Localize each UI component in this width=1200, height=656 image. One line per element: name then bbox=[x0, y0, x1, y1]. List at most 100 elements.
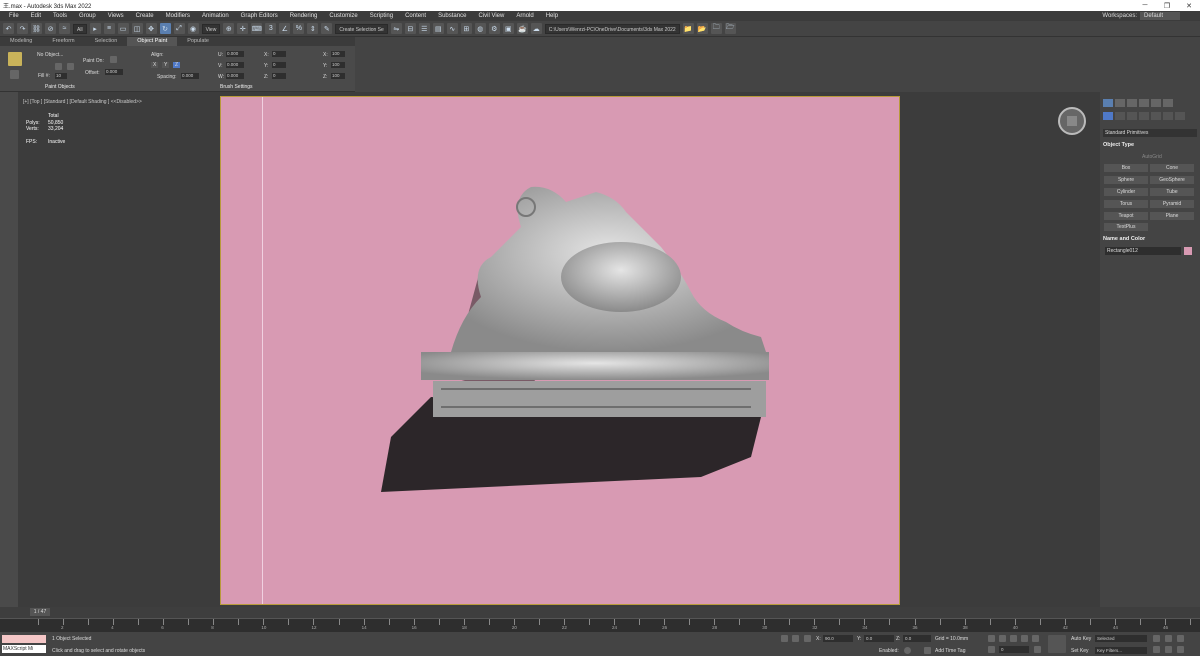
v-field[interactable]: 0.000 bbox=[226, 62, 244, 68]
box-button[interactable]: Box bbox=[1104, 164, 1148, 172]
time-config-icon[interactable] bbox=[1034, 646, 1041, 653]
maximize-button[interactable]: ❐ bbox=[1156, 2, 1178, 10]
textplus-button[interactable]: TextPlus bbox=[1104, 223, 1148, 231]
fill-brush-icon[interactable] bbox=[10, 70, 19, 79]
open-folder-icon[interactable]: 📂 bbox=[696, 23, 708, 34]
align-icon[interactable]: ⊟ bbox=[404, 23, 416, 34]
scale-x-field[interactable]: 100 bbox=[331, 51, 345, 57]
object-type-rollout[interactable]: Object Type bbox=[1103, 142, 1197, 150]
edit-named-sets-icon[interactable]: ✎ bbox=[321, 23, 333, 34]
cylinder-button[interactable]: Cylinder bbox=[1104, 188, 1148, 196]
rot-z-field[interactable]: 0 bbox=[272, 73, 286, 79]
render-setup-icon[interactable]: ⚙ bbox=[488, 23, 500, 34]
teapot-button[interactable]: Teapot bbox=[1104, 212, 1148, 220]
menu-animation[interactable]: Animation bbox=[196, 13, 235, 19]
tab-freeform[interactable]: Freeform bbox=[42, 37, 84, 46]
percent-snap-icon[interactable]: % bbox=[293, 23, 305, 34]
object-list-icon[interactable] bbox=[67, 63, 74, 70]
project-folder-icon[interactable]: 📁 bbox=[682, 23, 694, 34]
scale-icon[interactable]: ⤢ bbox=[173, 23, 185, 34]
menu-substance[interactable]: Substance bbox=[432, 13, 472, 19]
menu-group[interactable]: Group bbox=[73, 13, 102, 19]
mirror-icon[interactable]: ⇋ bbox=[390, 23, 402, 34]
adaptive-degradation-icon[interactable] bbox=[904, 647, 911, 654]
render-icon[interactable]: ☕ bbox=[516, 23, 528, 34]
set-key-plus-icon[interactable] bbox=[1048, 635, 1066, 653]
setkey-button[interactable]: Set Key bbox=[1071, 648, 1089, 654]
plane-button[interactable]: Plane bbox=[1150, 212, 1194, 220]
place-icon[interactable]: ◉ bbox=[187, 23, 199, 34]
rendered-frame-icon[interactable]: ▣ bbox=[502, 23, 514, 34]
name-color-rollout[interactable]: Name and Color bbox=[1103, 236, 1197, 244]
cameras-icon[interactable] bbox=[1139, 112, 1149, 120]
space-warps-icon[interactable] bbox=[1163, 112, 1173, 120]
go-to-start-icon[interactable] bbox=[988, 635, 995, 642]
menu-arnold[interactable]: Arnold bbox=[510, 13, 539, 19]
key-mode-dropdown[interactable]: Selected bbox=[1095, 635, 1147, 642]
select-manipulate-icon[interactable]: ✛ bbox=[237, 23, 249, 34]
scale-z-field[interactable]: 100 bbox=[331, 73, 345, 79]
orbit-icon[interactable] bbox=[1177, 646, 1184, 653]
shapes-icon[interactable] bbox=[1115, 112, 1125, 120]
isolate-icon[interactable] bbox=[781, 635, 788, 642]
close-button[interactable]: ✕ bbox=[1178, 2, 1200, 10]
named-selection-dropdown[interactable]: Create Selection Se bbox=[335, 23, 388, 34]
move-icon[interactable]: ✥ bbox=[145, 23, 157, 34]
viewcube[interactable] bbox=[1058, 107, 1086, 135]
rotate-icon[interactable]: ↻ bbox=[159, 23, 171, 34]
layer-explorer-icon[interactable]: ☰ bbox=[418, 23, 430, 34]
menu-help[interactable]: Help bbox=[540, 13, 564, 19]
curve-editor-icon[interactable]: ∿ bbox=[446, 23, 458, 34]
paint-brush-icon[interactable] bbox=[8, 52, 22, 66]
helpers-icon[interactable] bbox=[1151, 112, 1161, 120]
snap-toggle-icon[interactable]: 3 bbox=[265, 23, 277, 34]
lock-icon[interactable] bbox=[792, 635, 799, 642]
select-object-icon[interactable]: ▸ bbox=[89, 23, 101, 34]
menu-customize[interactable]: Customize bbox=[323, 13, 363, 19]
brush-settings-group[interactable]: Brush Settings bbox=[220, 84, 253, 90]
maxscript-listener[interactable] bbox=[2, 635, 46, 643]
scale-y-field[interactable]: 100 bbox=[331, 62, 345, 68]
spacing-field[interactable]: 0.000 bbox=[181, 73, 199, 79]
bind-space-warp-icon[interactable]: ≈ bbox=[59, 23, 70, 34]
add-time-tag[interactable]: Add Time Tag bbox=[935, 648, 965, 654]
maxscript-mini-listener[interactable]: MAXScript Mi bbox=[2, 645, 46, 653]
spinner-snap-icon[interactable]: ⇕ bbox=[307, 23, 319, 34]
link-icon[interactable]: ⛓ bbox=[31, 23, 42, 34]
viewport[interactable] bbox=[220, 96, 900, 605]
reference-coord-dropdown[interactable]: View bbox=[201, 23, 221, 34]
autogrid-checkbox[interactable]: AutoGrid bbox=[1142, 154, 1162, 160]
object-name-field[interactable]: Rectangle012 bbox=[1105, 247, 1181, 255]
fill-count-field[interactable]: 10 bbox=[55, 73, 67, 79]
current-frame-field[interactable]: 0 bbox=[999, 646, 1029, 653]
menu-graph-editors[interactable]: Graph Editors bbox=[235, 13, 284, 19]
y-field[interactable]: 0.0 bbox=[864, 635, 894, 642]
rect-selection-icon[interactable]: ▭ bbox=[117, 23, 129, 34]
menu-edit[interactable]: Edit bbox=[25, 13, 47, 19]
paint-on-icon[interactable] bbox=[110, 56, 117, 63]
selection-filter-dropdown[interactable]: All bbox=[73, 23, 87, 34]
project-path-dropdown[interactable]: C:\Users\Wenrzi-PC\OneDrive\Documents\3d… bbox=[544, 23, 680, 34]
tab-selection[interactable]: Selection bbox=[85, 37, 128, 46]
pivot-center-icon[interactable]: ⊕ bbox=[223, 23, 235, 34]
menu-scripting[interactable]: Scripting bbox=[364, 13, 399, 19]
time-slider-bar[interactable] bbox=[0, 607, 1200, 618]
align-x-button[interactable]: X bbox=[151, 62, 159, 68]
menu-file[interactable]: File bbox=[3, 13, 25, 19]
pick-object-icon[interactable] bbox=[55, 63, 62, 70]
zoom-all-icon[interactable] bbox=[1165, 635, 1172, 642]
trackbar[interactable]: 2 4 6 8 10 12 14 16 18 20 22 24 26 28 30 32 34 36 38 40 42 44… bbox=[0, 618, 1200, 632]
tab-object-paint[interactable]: Object Paint bbox=[127, 37, 178, 46]
redo-icon[interactable]: ↷ bbox=[17, 23, 28, 34]
primitive-category-dropdown[interactable]: Standard Primitives bbox=[1103, 129, 1197, 137]
u-field[interactable]: 0.000 bbox=[226, 51, 244, 57]
zoom-icon[interactable] bbox=[1153, 635, 1160, 642]
angle-snap-icon[interactable]: ∠ bbox=[279, 23, 291, 34]
geosphere-button[interactable]: GeoSphere bbox=[1150, 176, 1194, 184]
motion-tab-icon[interactable] bbox=[1139, 99, 1149, 107]
menu-views[interactable]: Views bbox=[102, 13, 130, 19]
w-field[interactable]: 0.000 bbox=[226, 73, 244, 79]
z-field[interactable]: 0.0 bbox=[903, 635, 931, 642]
material-editor-icon[interactable]: ◍ bbox=[474, 23, 486, 34]
menu-content[interactable]: Content bbox=[399, 13, 432, 19]
